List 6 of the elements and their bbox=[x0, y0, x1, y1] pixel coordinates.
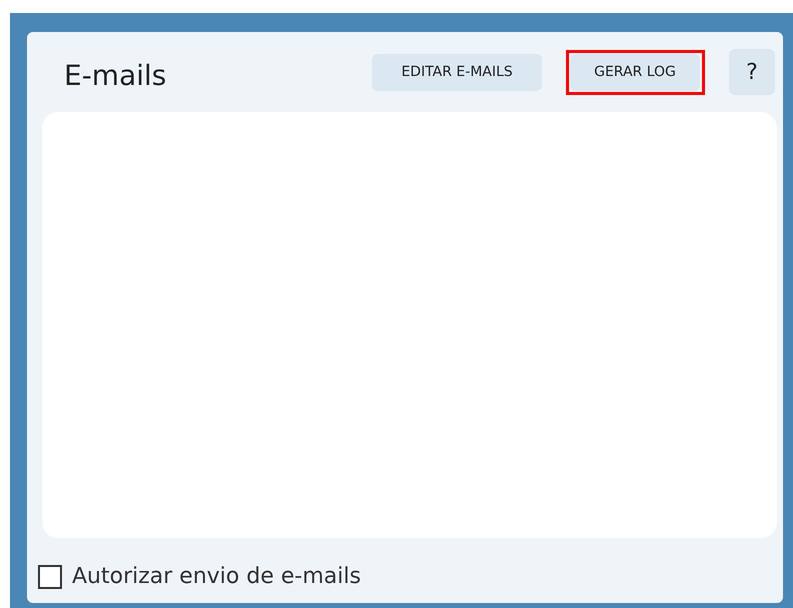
checkbox[interactable] bbox=[38, 564, 62, 588]
help-button[interactable]: ? bbox=[729, 49, 775, 95]
action-button[interactable]: EDITAR E-MAILS bbox=[372, 54, 542, 90]
action-button[interactable]: GERAR LOG bbox=[570, 54, 700, 90]
panel-title: E-mails bbox=[64, 58, 166, 94]
checkbox-label: Autorizar envio de e-mails bbox=[72, 563, 361, 591]
